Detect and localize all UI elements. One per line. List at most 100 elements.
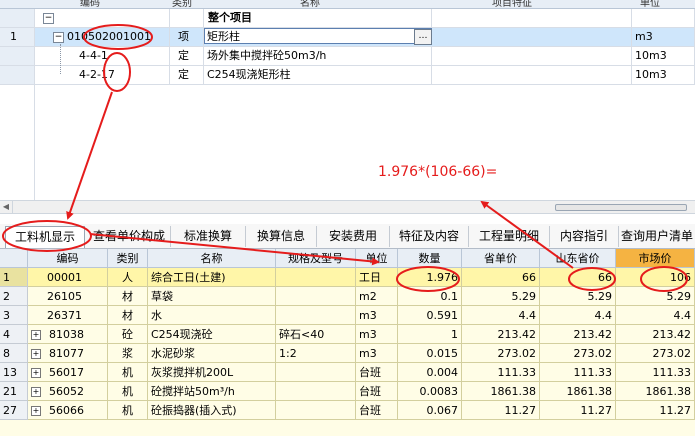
feature-cell [432,66,632,84]
resource-code: +56066 [28,401,108,420]
resource-name: C254现浇砼 [148,325,276,344]
resource-spec: 1:2 [276,344,356,363]
resource-type: 机 [108,382,148,401]
scroll-left-icon[interactable]: ◀ [0,201,13,213]
resource-code-text: 56017 [49,366,84,379]
resource-province-price: 66 [462,268,540,287]
expand-placeholder [31,312,39,320]
expand-icon[interactable]: + [31,349,41,359]
resource-code: 00001 [28,268,108,287]
bill-name-editor[interactable]: 矩形柱 [204,28,432,44]
resource-market-price: 273.02 [616,344,695,363]
resource-code: +81038 [28,325,108,344]
resource-quantity: 0.1 [398,287,462,306]
resource-row[interactable]: 8 +81077 浆水泥砂浆 1:2 m3 0.015 273.02 273.02 273.02 [0,344,695,363]
resource-row[interactable]: 27 +56066 机砼振捣器(插入式) 台班 0.067 11.27 11.27 11.27 [0,401,695,420]
resource-row[interactable]: 4 +81038 砼 C254现浇砼 碎石<40 m3 1 213.42 213.42 213.4… [0,325,695,344]
resource-unit: 台班 [356,382,398,401]
resource-type: 砼 [108,325,148,344]
collapse-icon[interactable]: − [53,31,64,43]
row-number: 4 [0,325,28,344]
resource-quantity: 0.0083 [398,382,462,401]
expand-icon[interactable]: + [31,368,41,378]
row-number: 1 [0,268,28,287]
project-root-row[interactable]: − 整个项目 [0,9,695,28]
upper-header-name: 名称 [300,0,320,9]
resource-code: +56017 [28,363,108,382]
ellipsis-button[interactable]: … [414,29,432,45]
resource-province-price: 4.4 [462,306,540,325]
upper-grid-header: 编码 类别 名称 项目特征 单位 [0,0,695,9]
resource-name: 综合工日(土建) [148,268,276,287]
resource-unit: m3 [356,306,398,325]
header-spec[interactable]: 规格及型号 [276,249,356,268]
resource-row[interactable]: 2 26105 材草袋 m2 0.1 5.29 5.29 5.29 [0,287,695,306]
resource-row[interactable]: 13 +56017 机灰浆搅拌机200L 台班 0.004 111.33 111.33 111… [0,363,695,382]
resource-grid-header: 编码 类别 名称 规格及型号 单位 数量 省单价 山东省价 市场价 [0,249,695,268]
row-number: 13 [0,363,28,382]
resource-code-text: 26105 [47,290,82,303]
upper-header-feature: 项目特征 [492,0,532,9]
horizontal-scrollbar[interactable]: ◀ [0,200,695,214]
tab-labor-material-machine[interactable]: 工料机显示 [5,226,85,248]
quota-row[interactable]: 4-4-1 定 场外集中搅拌砼50m3/h 10m3 [0,47,695,66]
resource-quantity: 0.591 [398,306,462,325]
resource-province-price: 273.02 [462,344,540,363]
resource-shandong-price: 5.29 [540,287,616,306]
feature-cell [432,28,632,46]
resource-unit: 台班 [356,401,398,420]
resource-code: 26371 [28,306,108,325]
resource-shandong-price: 213.42 [540,325,616,344]
upper-header-type: 类别 [172,0,192,9]
tab-content-guide[interactable]: 内容指引 [550,226,619,247]
header-code[interactable]: 编码 [28,249,108,268]
quota-unit: 10m3 [632,66,695,84]
header-market-price[interactable]: 市场价 [616,249,695,268]
tab-query-user-list[interactable]: 查询用户清单 [619,226,695,247]
header-province-price[interactable]: 省单价 [462,249,540,268]
resource-code-text: 56052 [49,385,84,398]
expand-icon[interactable]: + [31,330,41,340]
annotation-formula: 1.976*(106-66)= [378,164,498,180]
expand-icon[interactable]: + [31,406,41,416]
resource-name: 草袋 [148,287,276,306]
quota-row[interactable]: 4-2-17 定 C254现浇矩形柱 10m3 [0,66,695,85]
quota-type: 定 [170,47,204,65]
unit-cell [632,9,695,27]
tab-features-content[interactable]: 特征及内容 [390,226,469,247]
resource-row[interactable]: 3 26371 材水 m3 0.591 4.4 4.4 4.4 [0,306,695,325]
header-type[interactable]: 类别 [108,249,148,268]
row-number: 21 [0,382,28,401]
quota-code: 4-2-17 [35,66,170,84]
expand-icon[interactable]: + [31,387,41,397]
resource-type: 机 [108,401,148,420]
bill-unit: m3 [632,28,695,46]
resource-name: 砼振捣器(插入式) [148,401,276,420]
header-shandong-price[interactable]: 山东省价 [540,249,616,268]
tab-installation-fee[interactable]: 安装费用 [317,226,390,247]
header-quantity[interactable]: 数量 [398,249,462,268]
scroll-thumb[interactable] [555,204,687,211]
resource-row[interactable]: 1 00001 人综合工日(土建) 工日 1.976 66 66 106 [0,268,695,287]
resource-row[interactable]: 21 +56052 机砼搅拌站50m³/h 台班 0.0083 1861.38 1861.3… [0,382,695,401]
row-number [0,66,35,84]
header-unit[interactable]: 单位 [356,249,398,268]
resource-name: 水泥砂浆 [148,344,276,363]
tab-unit-price-composition[interactable]: 查看单价构成 [88,226,171,247]
tab-conversion-info[interactable]: 换算信息 [246,226,317,247]
bill-items-grid: 编码 类别 名称 项目特征 单位 − 整个项目 1 −010502001001 … [0,0,695,200]
tree-cell: − [35,9,170,27]
resource-quantity: 0.004 [398,363,462,382]
resource-spec [276,401,356,420]
resource-unit: m2 [356,287,398,306]
collapse-icon[interactable]: − [43,12,54,24]
resource-unit: 工日 [356,268,398,287]
resource-code-text: 81077 [49,347,84,360]
tab-standard-conversion[interactable]: 标准换算 [171,226,246,247]
resource-unit: m3 [356,344,398,363]
resource-quantity: 1.976 [398,268,462,287]
tab-quantity-detail[interactable]: 工程量明细 [469,226,550,247]
bill-code-cell: −010502001001 [35,28,170,46]
header-name[interactable]: 名称 [148,249,276,268]
resource-code: 26105 [28,287,108,306]
